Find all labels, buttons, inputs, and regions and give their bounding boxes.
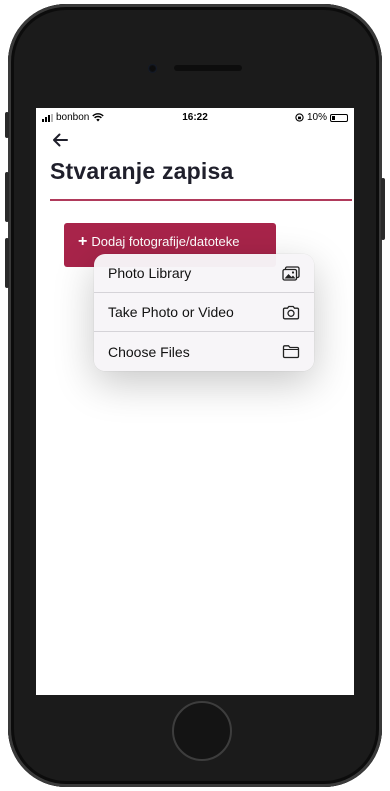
app-screen: bonbon 16:22 10% Stvaranje zapisa + Doda… bbox=[36, 108, 354, 695]
camera-icon bbox=[282, 305, 300, 320]
title-divider bbox=[50, 199, 352, 201]
front-camera bbox=[148, 64, 157, 73]
volume-down-button bbox=[5, 238, 9, 288]
status-bar: bonbon 16:22 10% bbox=[36, 108, 354, 128]
battery-percent: 10% bbox=[306, 112, 327, 123]
menu-item-label: Take Photo or Video bbox=[108, 304, 234, 320]
power-button bbox=[381, 178, 385, 240]
menu-item-label: Choose Files bbox=[108, 343, 190, 360]
orientation-lock-icon bbox=[295, 113, 304, 122]
status-right: 10% bbox=[295, 112, 348, 123]
earpiece-speaker bbox=[174, 65, 242, 71]
menu-item-take-photo[interactable]: Take Photo or Video bbox=[94, 293, 314, 332]
arrow-left-icon[interactable] bbox=[50, 130, 70, 150]
menu-item-label: Photo Library bbox=[108, 265, 192, 281]
photo-library-icon bbox=[282, 266, 300, 281]
volume-up-button bbox=[5, 172, 9, 222]
mute-switch bbox=[5, 112, 9, 138]
add-files-label: Dodaj fotografije/datoteke bbox=[91, 234, 240, 249]
attachment-menu: Photo Library Take Photo or Video Choose… bbox=[94, 254, 314, 371]
battery-icon bbox=[330, 113, 348, 122]
menu-item-photo-library[interactable]: Photo Library bbox=[94, 254, 314, 293]
menu-item-choose-files[interactable]: Choose Files bbox=[94, 332, 314, 371]
home-button[interactable] bbox=[172, 701, 232, 761]
folder-icon bbox=[282, 345, 300, 359]
page-title: Stvaranje zapisa bbox=[50, 158, 234, 184]
plus-icon: + bbox=[78, 233, 88, 250]
